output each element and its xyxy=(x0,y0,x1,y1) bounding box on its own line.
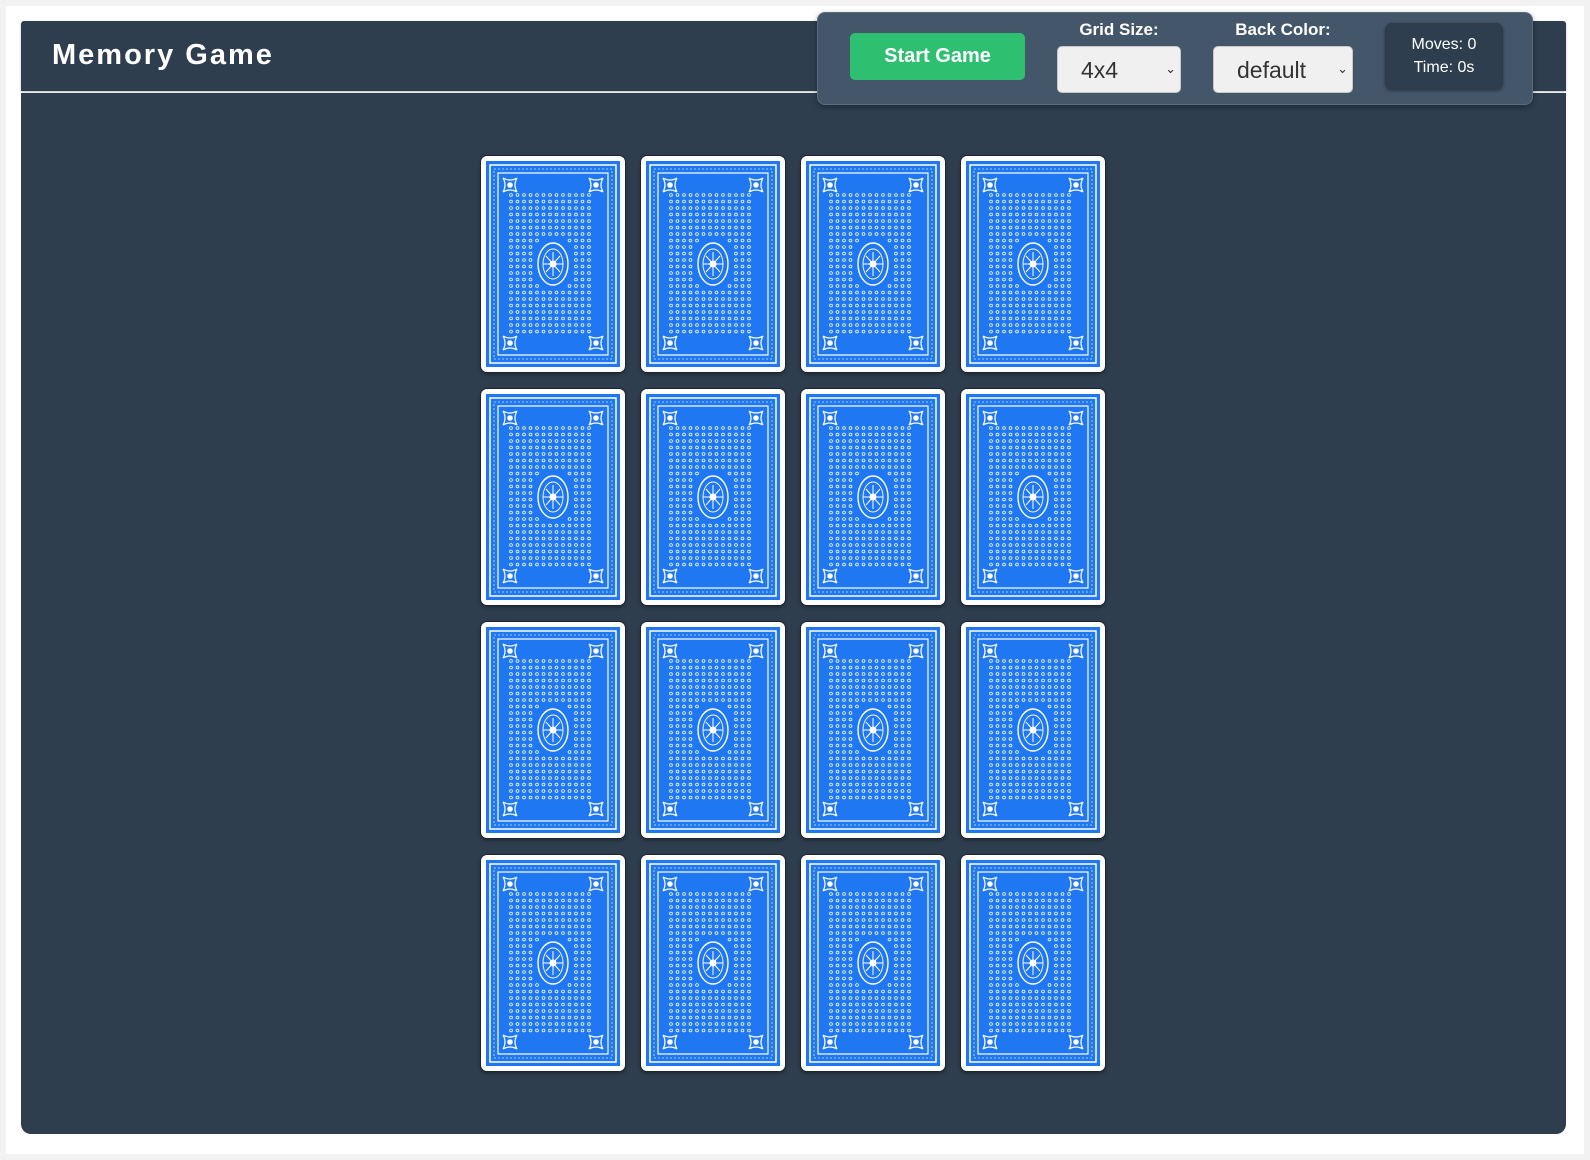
page: Memory Game Start Game Grid Size: 4x4 ⌄ … xyxy=(6,6,1584,1154)
card-back-pattern-icon xyxy=(966,627,1100,833)
memory-card[interactable] xyxy=(961,389,1105,605)
time-counter: Time: 0s xyxy=(1413,59,1475,76)
grid-size-select[interactable]: 4x4 ⌄ xyxy=(1057,46,1181,93)
card-back-pattern-icon xyxy=(806,394,940,600)
card-back-pattern-icon xyxy=(486,161,620,367)
memory-card[interactable] xyxy=(961,156,1105,372)
card-back-pattern-icon xyxy=(486,860,620,1066)
card-back-pattern-icon xyxy=(806,161,940,367)
card-back-pattern-icon xyxy=(806,627,940,833)
card-back-pattern-icon xyxy=(966,860,1100,1066)
card-back-pattern-icon xyxy=(646,161,780,367)
memory-card[interactable] xyxy=(641,156,785,372)
card-back-pattern-icon xyxy=(646,627,780,833)
memory-card[interactable] xyxy=(481,855,625,1071)
memory-card[interactable] xyxy=(641,389,785,605)
game-board xyxy=(21,93,1566,1134)
card-grid xyxy=(481,156,1105,1071)
memory-card[interactable] xyxy=(801,389,945,605)
memory-card[interactable] xyxy=(641,855,785,1071)
memory-card[interactable] xyxy=(961,855,1105,1071)
card-back-pattern-icon xyxy=(486,627,620,833)
memory-card[interactable] xyxy=(481,156,625,372)
page-title: Memory Game xyxy=(52,39,274,71)
grid-size-value: 4x4 xyxy=(1081,57,1119,83)
card-back-pattern-icon xyxy=(486,394,620,600)
back-color-value: default xyxy=(1237,57,1307,83)
memory-card[interactable] xyxy=(961,622,1105,838)
card-back-pattern-icon xyxy=(966,394,1100,600)
card-back-pattern-icon xyxy=(646,860,780,1066)
back-color-select[interactable]: default ⌄ xyxy=(1213,46,1353,93)
moves-counter: Moves: 0 xyxy=(1411,36,1477,53)
card-back-pattern-icon xyxy=(806,860,940,1066)
card-back-pattern-icon xyxy=(646,394,780,600)
card-back-pattern-icon xyxy=(966,161,1100,367)
chevron-down-icon: ⌄ xyxy=(1165,61,1176,76)
memory-card[interactable] xyxy=(801,156,945,372)
start-game-button[interactable]: Start Game xyxy=(850,33,1025,80)
stats-box: Moves: 0 Time: 0s xyxy=(1385,23,1503,90)
back-color-label: Back Color: xyxy=(1235,20,1331,39)
memory-card[interactable] xyxy=(481,389,625,605)
memory-card[interactable] xyxy=(801,622,945,838)
memory-card[interactable] xyxy=(801,855,945,1071)
controls-panel: Start Game Grid Size: 4x4 ⌄ Back Color: … xyxy=(817,12,1533,105)
grid-size-label: Grid Size: xyxy=(1079,20,1159,39)
memory-card[interactable] xyxy=(481,622,625,838)
memory-card[interactable] xyxy=(641,622,785,838)
chevron-down-icon: ⌄ xyxy=(1337,61,1348,76)
